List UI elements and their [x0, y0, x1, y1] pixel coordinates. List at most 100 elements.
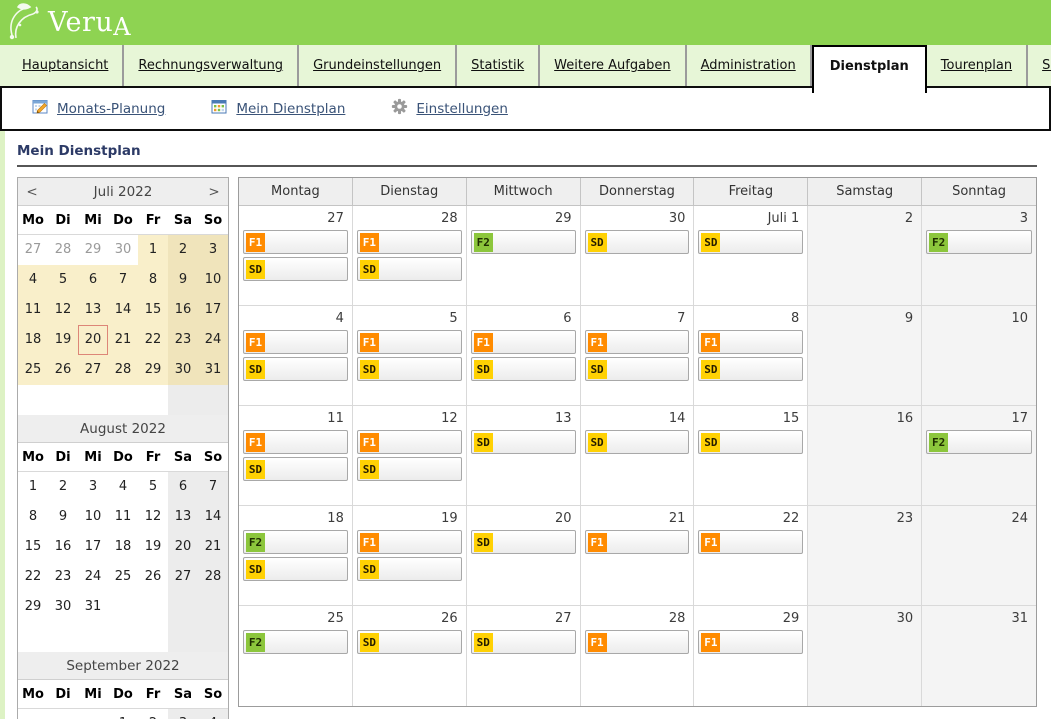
tab-administration[interactable]: Administration: [687, 45, 812, 86]
shift-entry[interactable]: SD: [698, 230, 803, 254]
shift-entry[interactable]: F2: [926, 230, 1032, 254]
mini-cal-day[interactable]: 29: [18, 592, 48, 622]
mini-cal-day[interactable]: 1: [108, 709, 138, 719]
shift-entry[interactable]: F1: [357, 330, 462, 354]
shift-entry[interactable]: SD: [243, 557, 348, 581]
mini-cal-day[interactable]: 4: [198, 709, 228, 719]
mini-cal-day[interactable]: 2: [48, 472, 78, 502]
next-month-button[interactable]: >: [200, 184, 228, 200]
mini-cal-day[interactable]: 28: [108, 355, 138, 385]
mini-cal-day[interactable]: 13: [78, 295, 108, 325]
tab-statistik[interactable]: Statistik: [457, 45, 540, 86]
shift-entry[interactable]: F1: [698, 630, 803, 654]
shift-entry[interactable]: SD: [357, 357, 462, 381]
toolbar-item-einstellungen[interactable]: Einstellungen: [391, 98, 508, 119]
mini-cal-day[interactable]: 29: [138, 355, 168, 385]
mini-cal-day[interactable]: 3: [198, 235, 228, 265]
mini-cal-day[interactable]: 18: [18, 325, 48, 355]
shift-entry[interactable]: F1: [243, 330, 348, 354]
mini-cal-day[interactable]: 17: [198, 295, 228, 325]
mini-cal-day[interactable]: 17: [78, 532, 108, 562]
mini-cal-day[interactable]: 2: [168, 235, 198, 265]
tab-tourenplan[interactable]: Tourenplan: [927, 45, 1028, 86]
tab-dienstplan[interactable]: Dienstplan: [812, 45, 927, 93]
mini-cal-day[interactable]: 7: [108, 265, 138, 295]
shift-entry[interactable]: SD: [698, 430, 803, 454]
shift-entry[interactable]: F1: [471, 330, 576, 354]
shift-entry[interactable]: F2: [926, 430, 1032, 454]
mini-cal-day[interactable]: 9: [48, 502, 78, 532]
shift-entry[interactable]: F1: [585, 630, 690, 654]
shift-entry[interactable]: SD: [585, 357, 690, 381]
mini-cal-day[interactable]: 10: [78, 502, 108, 532]
tab-support[interactable]: Support: [1028, 45, 1051, 86]
shift-entry[interactable]: F1: [698, 530, 803, 554]
mini-cal-day[interactable]: 30: [48, 592, 78, 622]
tab-weitere-aufgaben[interactable]: Weitere Aufgaben: [540, 45, 686, 86]
mini-cal-day[interactable]: 30: [108, 235, 138, 265]
mini-cal-day[interactable]: 15: [138, 295, 168, 325]
mini-cal-day[interactable]: 6: [78, 265, 108, 295]
tab-grundeinstellungen[interactable]: Grundeinstellungen: [299, 45, 457, 86]
mini-cal-day[interactable]: 3: [78, 472, 108, 502]
mini-cal-day[interactable]: 25: [18, 355, 48, 385]
shift-entry[interactable]: F1: [357, 530, 462, 554]
mini-cal-day[interactable]: 12: [138, 502, 168, 532]
shift-entry[interactable]: SD: [357, 630, 462, 654]
mini-cal-day[interactable]: 20: [78, 325, 108, 355]
mini-cal-day[interactable]: 19: [138, 532, 168, 562]
mini-cal-day[interactable]: 1: [18, 472, 48, 502]
mini-cal-day[interactable]: 5: [138, 472, 168, 502]
mini-cal-day[interactable]: 5: [48, 265, 78, 295]
shift-entry[interactable]: SD: [243, 257, 348, 281]
mini-cal-day[interactable]: 14: [198, 502, 228, 532]
shift-entry[interactable]: F1: [585, 530, 690, 554]
mini-cal-day[interactable]: 31: [198, 355, 228, 385]
mini-cal-day[interactable]: 27: [168, 562, 198, 592]
toolbar-item-monats-planung[interactable]: Monats-Planung: [32, 98, 165, 119]
mini-cal-day[interactable]: 23: [168, 325, 198, 355]
mini-cal-day[interactable]: 22: [18, 562, 48, 592]
mini-cal-day[interactable]: 11: [108, 502, 138, 532]
shift-entry[interactable]: F1: [698, 330, 803, 354]
tab-rechnungsverwaltung[interactable]: Rechnungsverwaltung: [124, 45, 299, 86]
mini-cal-day[interactable]: 25: [108, 562, 138, 592]
shift-entry[interactable]: SD: [357, 557, 462, 581]
shift-entry[interactable]: SD: [471, 630, 576, 654]
mini-cal-day[interactable]: 31: [78, 592, 108, 622]
shift-entry[interactable]: F1: [243, 230, 348, 254]
mini-cal-day[interactable]: 26: [48, 355, 78, 385]
prev-month-button[interactable]: <: [18, 184, 46, 200]
mini-cal-day[interactable]: 16: [48, 532, 78, 562]
shift-entry[interactable]: SD: [471, 357, 576, 381]
shift-entry[interactable]: F1: [585, 330, 690, 354]
shift-entry[interactable]: SD: [471, 530, 576, 554]
mini-cal-day[interactable]: 21: [108, 325, 138, 355]
mini-cal-day[interactable]: 8: [18, 502, 48, 532]
shift-entry[interactable]: SD: [698, 357, 803, 381]
shift-entry[interactable]: F2: [243, 530, 348, 554]
mini-cal-day[interactable]: 28: [48, 235, 78, 265]
mini-cal-day[interactable]: 10: [198, 265, 228, 295]
mini-cal-day[interactable]: 28: [198, 562, 228, 592]
mini-cal-day[interactable]: 4: [108, 472, 138, 502]
mini-cal-day[interactable]: 15: [18, 532, 48, 562]
shift-entry[interactable]: F1: [243, 430, 348, 454]
mini-cal-day[interactable]: 20: [168, 532, 198, 562]
mini-cal-day[interactable]: 14: [108, 295, 138, 325]
tab-hauptansicht[interactable]: Hauptansicht: [8, 45, 124, 86]
mini-cal-day[interactable]: 1: [138, 235, 168, 265]
mini-cal-day[interactable]: 16: [168, 295, 198, 325]
shift-entry[interactable]: F2: [471, 230, 576, 254]
mini-cal-day[interactable]: 2: [138, 709, 168, 719]
toolbar-item-mein-dienstplan[interactable]: Mein Dienstplan: [211, 98, 345, 119]
mini-cal-day[interactable]: 21: [198, 532, 228, 562]
mini-cal-day[interactable]: 26: [138, 562, 168, 592]
mini-cal-day[interactable]: 29: [78, 235, 108, 265]
shift-entry[interactable]: F1: [357, 430, 462, 454]
mini-cal-day[interactable]: 24: [198, 325, 228, 355]
shift-entry[interactable]: SD: [357, 457, 462, 481]
mini-cal-day[interactable]: 18: [108, 532, 138, 562]
shift-entry[interactable]: SD: [357, 257, 462, 281]
mini-cal-day[interactable]: 11: [18, 295, 48, 325]
